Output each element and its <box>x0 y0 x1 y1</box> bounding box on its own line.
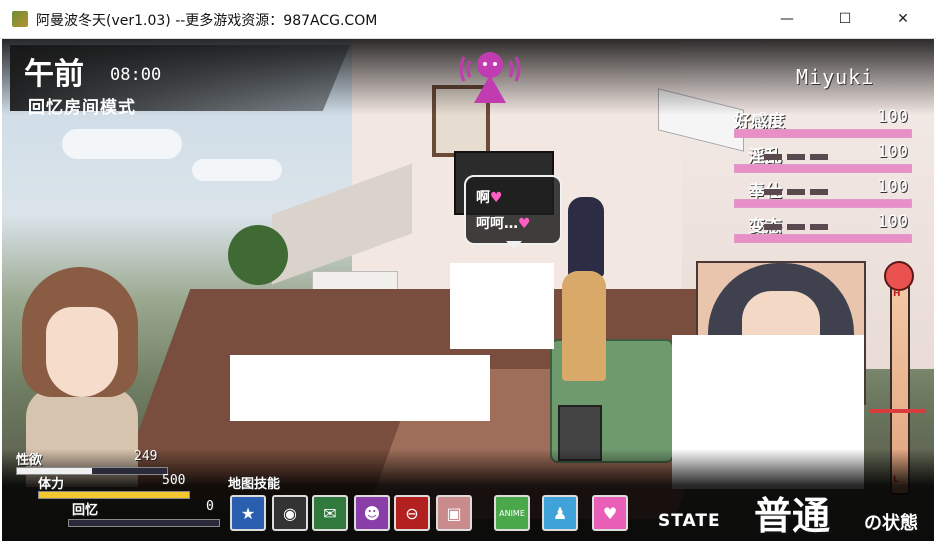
stat-value: 100 <box>877 212 908 232</box>
shirt-blue-icon[interactable]: ♟ <box>542 495 578 531</box>
game-viewport[interactable]: 午前 08:00 回忆房间模式 Miyuki 好感度 100 淫乱 100 奉仕… <box>2 39 934 541</box>
heart-icon: ♥ <box>490 190 503 206</box>
cloud <box>192 159 282 181</box>
app-icon <box>12 11 28 27</box>
stat-lewdness: 淫乱 100 <box>730 142 912 176</box>
minimize-button[interactable]: — <box>764 0 810 38</box>
close-button[interactable]: ✕ <box>880 0 926 38</box>
window-titlebar: 阿曼波冬天(ver1.03) --更多游戏资源：987ACG.COM — ☐ ✕ <box>0 0 936 39</box>
player-character[interactable] <box>562 271 606 381</box>
bubble-line-1: 啊 <box>476 190 490 206</box>
bubble-line-2: 呵呵… <box>476 216 518 232</box>
stat-bar <box>734 199 912 208</box>
time-period: 午前 <box>24 57 84 92</box>
camera-icon[interactable]: ◉ <box>272 495 308 531</box>
mode-label: 回忆房间模式 <box>28 98 136 118</box>
censor-box <box>450 263 554 349</box>
person-icon[interactable]: ☻ <box>354 495 390 531</box>
stamina-value: 500 <box>162 473 186 488</box>
state-main: 普通 <box>754 494 831 538</box>
stat-bar <box>734 129 912 138</box>
stat-affection: 好感度 100 <box>730 107 912 141</box>
stat-value: 100 <box>877 177 908 197</box>
speaker-icon <box>459 52 521 103</box>
lust-value: 249 <box>134 449 158 464</box>
stat-dashes <box>764 224 828 230</box>
stamina-gauge: 体力 500 <box>8 473 198 499</box>
stop-icon[interactable]: ⊖ <box>394 495 430 531</box>
bubble-tail <box>506 241 522 250</box>
anime-icon[interactable]: ANIME <box>494 495 530 531</box>
character-name: Miyuki <box>796 65 875 89</box>
stamina-bar <box>38 491 190 499</box>
photo-icon[interactable]: ▣ <box>436 495 472 531</box>
shirt-pink-icon[interactable]: ♥ <box>592 495 628 531</box>
memory-bar <box>68 519 220 527</box>
stat-bar <box>734 164 912 173</box>
window-title: 阿曼波冬天(ver1.03) --更多游戏资源：987ACG.COM <box>36 13 378 29</box>
plant-leaves <box>228 225 288 285</box>
state-suffix: の状態 <box>864 513 918 534</box>
map-skills-label: 地图技能 <box>228 477 281 492</box>
stat-pervert: 变态 100 <box>730 212 912 246</box>
clock: 08:00 <box>110 65 162 85</box>
sleep-icon[interactable]: ★ <box>230 495 266 531</box>
heart-icon: ♥ <box>518 216 531 232</box>
stat-value: 100 <box>877 107 908 127</box>
stat-value: 100 <box>877 142 908 162</box>
maximize-button[interactable]: ☐ <box>822 0 868 38</box>
gauge-high-label: H <box>893 289 901 299</box>
gauge-marker <box>870 409 926 414</box>
gauge-face-icon <box>884 261 914 291</box>
censor-box <box>230 355 490 421</box>
stat-dashes <box>764 154 828 160</box>
map-icon[interactable]: ✉ <box>312 495 348 531</box>
lust-gauge: 性欲 249 <box>8 449 168 475</box>
stamina-label: 体力 <box>38 477 65 492</box>
memory-label: 回忆 <box>72 503 99 518</box>
npc-character[interactable] <box>568 197 604 277</box>
memory-value: 0 <box>206 499 214 514</box>
memory-gauge: 回忆 0 <box>8 499 220 527</box>
stat-bar <box>734 234 912 243</box>
lust-label: 性欲 <box>16 453 43 468</box>
stat-service: 奉仕 100 <box>730 177 912 211</box>
state-prefix: STATE <box>658 511 721 531</box>
speech-bubble: 啊♥ 呵呵…♥ <box>464 175 562 245</box>
cloud <box>62 129 182 159</box>
stat-dashes <box>764 189 828 195</box>
